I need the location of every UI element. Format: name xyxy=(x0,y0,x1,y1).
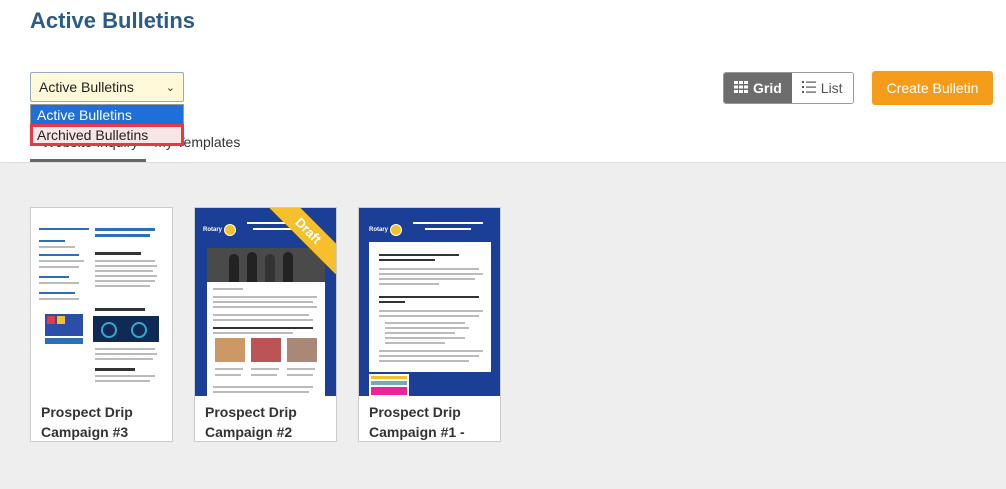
grid-icon xyxy=(734,80,748,96)
bulletin-card[interactable]: Rotary Prospect Drip Campaign #1 - xyxy=(358,207,501,442)
list-icon xyxy=(801,80,816,96)
bulletin-card[interactable]: Prospect Drip Campaign #3 xyxy=(30,207,173,442)
bulletin-grid: Prospect Drip Campaign #3 Rotary Draft P… xyxy=(0,162,1006,489)
grid-label: Grid xyxy=(753,80,782,96)
list-label: List xyxy=(820,80,843,96)
bulletin-thumbnail: Rotary xyxy=(359,208,500,396)
bulletin-filter-value: Active Bulletins xyxy=(39,79,134,95)
bulletin-card[interactable]: Rotary Draft Prospect Drip Campaign #2 xyxy=(194,207,337,442)
bulletin-filter-select[interactable]: Active Bulletins ⌄ xyxy=(30,72,184,102)
grid-view-button[interactable]: Grid xyxy=(724,73,792,103)
bulletin-card-title: Prospect Drip Campaign #1 - xyxy=(369,404,465,440)
view-toggle: Grid List xyxy=(723,72,854,104)
bulletin-thumbnail xyxy=(31,208,172,396)
chevron-down-icon: ⌄ xyxy=(165,81,175,94)
bulletin-thumbnail: Rotary xyxy=(195,208,336,396)
bulletin-card-title: Prospect Drip Campaign #3 xyxy=(41,404,133,440)
option-active-bulletins[interactable]: Active Bulletins xyxy=(31,105,183,125)
bulletin-filter-options: Active Bulletins Archived Bulletins xyxy=(30,104,184,146)
option-archived-bulletins[interactable]: Archived Bulletins xyxy=(30,124,184,146)
bulletin-card-title: Prospect Drip Campaign #2 xyxy=(205,404,297,440)
create-bulletin-button[interactable]: Create Bulletin xyxy=(872,71,993,105)
list-view-button[interactable]: List xyxy=(791,73,853,103)
page-title: Active Bulletins xyxy=(30,8,196,33)
